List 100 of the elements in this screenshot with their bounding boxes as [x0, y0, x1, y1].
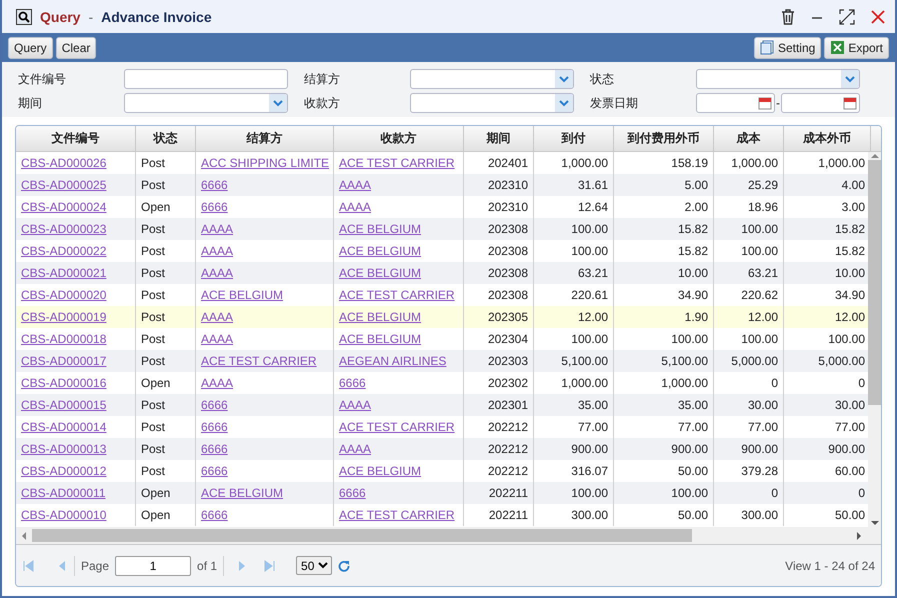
table-link[interactable]: CBS-AD000017	[21, 354, 106, 368]
table-cell: 5,100.00	[561, 354, 608, 368]
table-row[interactable]: CBS-AD000019 Post AAAA ACE BELGIUM 202305 12.00 1.90 12.00 12.00	[16, 306, 868, 328]
table-cell: Open	[141, 486, 170, 500]
table-link[interactable]: CBS-AD000024	[21, 200, 106, 214]
date-field[interactable]	[696, 93, 775, 113]
table-link[interactable]: AAAA	[339, 178, 372, 192]
table-cell: 1,000.00	[561, 156, 608, 170]
table-row[interactable]: CBS-AD000011 Open ACE BELGIUM 6666 202211 100.00 100.00 0 0	[16, 482, 868, 504]
table-link[interactable]: ACE BELGIUM	[201, 288, 284, 302]
table-link[interactable]: AAAA	[201, 310, 234, 324]
table-link[interactable]: ACE BELGIUM	[201, 486, 284, 500]
table-link[interactable]: CBS-AD000023	[21, 222, 106, 236]
table-cell: 220.61	[571, 288, 608, 302]
scroll-left-icon[interactable]	[20, 532, 28, 540]
table-row[interactable]: CBS-AD000021 Post AAAA ACE BELGIUM 202308 63.21 10.00 63.21 10.00	[16, 262, 868, 284]
table-cell: 30.00	[748, 398, 778, 412]
table-row[interactable]: CBS-AD000013 Post 6666 AAAA 202212 900.00 900.00 900.00 900.00	[16, 438, 868, 460]
table-link[interactable]: AEGEAN AIRLINES	[339, 354, 446, 368]
table-link[interactable]: CBS-AD000012	[21, 464, 106, 478]
table-cell: 900.00	[671, 442, 708, 456]
table-link[interactable]: 6666	[339, 376, 366, 390]
page-size-select[interactable]: 50	[296, 556, 332, 575]
select-field[interactable]	[124, 93, 288, 113]
table-link[interactable]: 6666	[201, 200, 228, 214]
export-button[interactable]: Export	[824, 36, 889, 58]
table-row[interactable]: CBS-AD000015 Post 6666 AAAA 202301 35.00 35.00 30.00 30.00	[16, 394, 868, 416]
table-link[interactable]: 6666	[339, 486, 366, 500]
setting-button[interactable]: Setting	[754, 36, 822, 58]
calendar-icon[interactable]	[843, 96, 857, 110]
table-link[interactable]: 6666	[201, 508, 228, 522]
select-field[interactable]	[410, 69, 574, 89]
table-link[interactable]: CBS-AD000014	[21, 420, 106, 434]
select-field[interactable]	[696, 69, 860, 89]
table-cell: 0	[858, 486, 865, 500]
table-link[interactable]: 6666	[201, 420, 228, 434]
table-link[interactable]: CBS-AD000016	[21, 376, 106, 390]
date-field[interactable]	[781, 93, 860, 113]
table-link[interactable]: CBS-AD000010	[21, 508, 106, 522]
table-cell: 0	[771, 486, 778, 500]
table-link[interactable]: ACE TEST CARRIER	[339, 508, 455, 522]
table-link[interactable]: AAAA	[201, 244, 234, 258]
column-header: 成本	[714, 126, 784, 151]
table-link[interactable]: AAAA	[201, 266, 234, 280]
table-link[interactable]: AAAA	[201, 222, 234, 236]
table-link[interactable]: CBS-AD000018	[21, 332, 106, 346]
table-link[interactable]: CBS-AD000025	[21, 178, 106, 192]
select-field[interactable]	[410, 93, 574, 113]
horizontal-scrollbar[interactable]	[16, 527, 881, 545]
table-link[interactable]: CBS-AD000026	[21, 156, 106, 170]
maximize-icon[interactable]	[839, 8, 855, 24]
page-field[interactable]: 1	[115, 556, 192, 576]
table-link[interactable]: 6666	[201, 398, 228, 412]
table-link[interactable]: ACE TEST CARRIER	[339, 420, 455, 434]
table-link[interactable]: CBS-AD000019	[21, 310, 106, 324]
table-row[interactable]: CBS-AD000025 Post 6666 AAAA 202310 31.61 5.00 25.29 4.00	[16, 174, 868, 196]
table-link[interactable]: 6666	[201, 464, 228, 478]
close-icon[interactable]	[871, 10, 885, 24]
table-cell: 202211	[488, 486, 528, 500]
refresh-icon[interactable]	[338, 560, 350, 572]
table-link[interactable]: AAAA	[339, 200, 372, 214]
table-cell: 300.00	[571, 508, 608, 522]
table-cell: 1,000.00	[818, 156, 865, 170]
table-row[interactable]: CBS-AD000023 Post AAAA ACE BELGIUM 202308 100.00 15.82 100.00 15.82	[16, 218, 868, 240]
table-link[interactable]: AAAA	[201, 332, 234, 346]
table-link[interactable]: CBS-AD000022	[21, 244, 106, 258]
text-field[interactable]	[124, 69, 288, 89]
table-cell: 30.00	[834, 398, 865, 412]
table-link[interactable]: ACC SHIPPING LIMITE	[201, 156, 330, 170]
table-link[interactable]: ACE BELGIUM	[339, 464, 422, 478]
table-row[interactable]: CBS-AD000017 Post ACE TEST CARRIER AEGEAN AIRLINES 202303 5,100.00 5,100.00 5,000.00 5,000.00	[16, 350, 868, 372]
table-link[interactable]: ACE TEST CARRIER	[339, 156, 455, 170]
toolbar-button[interactable]: Clear	[56, 36, 96, 58]
table-link[interactable]: 6666	[201, 178, 228, 192]
table-link[interactable]: ACE BELGIUM	[339, 244, 422, 258]
table-link[interactable]: AAAA	[201, 376, 234, 390]
trash-icon[interactable]	[781, 8, 795, 24]
table-link[interactable]: ACE BELGIUM	[339, 222, 422, 236]
table-cell: Post	[141, 222, 166, 236]
table-link[interactable]: ACE TEST CARRIER	[201, 354, 317, 368]
scroll-right-icon[interactable]	[855, 532, 863, 540]
table-link[interactable]: AAAA	[339, 442, 372, 456]
calendar-icon[interactable]	[758, 96, 772, 110]
table-cell: 0	[771, 376, 778, 390]
table-link[interactable]: CBS-AD000021	[21, 266, 106, 280]
table-link[interactable]: CBS-AD000020	[21, 288, 106, 302]
table-link[interactable]: AAAA	[339, 398, 372, 412]
table-link[interactable]: CBS-AD000015	[21, 398, 106, 412]
table-link[interactable]: ACE TEST CARRIER	[339, 288, 455, 302]
toolbar-button[interactable]: Query	[8, 36, 53, 58]
table-cell: Post	[141, 398, 166, 412]
table-link[interactable]: ACE BELGIUM	[339, 332, 422, 346]
table-link[interactable]: ACE BELGIUM	[339, 266, 422, 280]
table-link[interactable]: ACE BELGIUM	[339, 310, 422, 324]
table-link[interactable]: 6666	[201, 442, 228, 456]
table-link[interactable]: CBS-AD000011	[21, 486, 106, 500]
vertical-scrollbar[interactable]	[868, 152, 881, 527]
table-cell: 202302	[488, 376, 528, 390]
table-cell: 63.21	[578, 266, 608, 280]
table-link[interactable]: CBS-AD000013	[21, 442, 106, 456]
